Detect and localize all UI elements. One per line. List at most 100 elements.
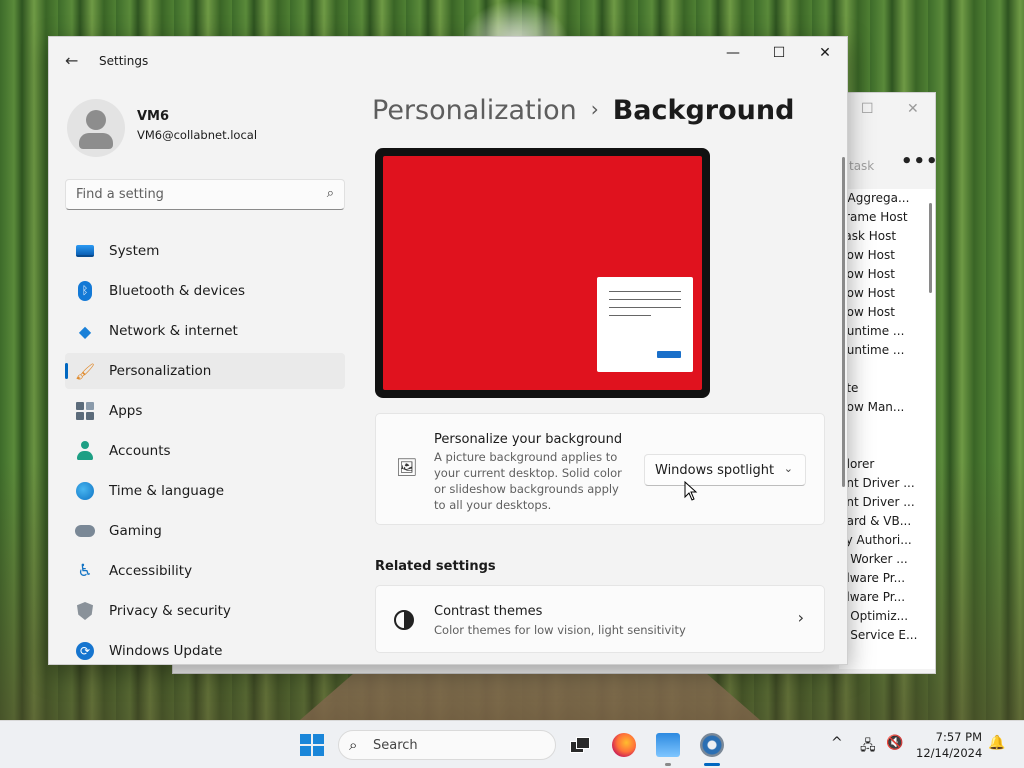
apps-icon (75, 401, 95, 421)
clock-date: 12/14/2024 (916, 746, 983, 760)
sidebar-item-label: System (109, 243, 160, 259)
process-row[interactable]: alware Pr... (839, 588, 935, 607)
process-row[interactable]: cy Authori... (839, 531, 935, 550)
process-row[interactable]: dow Host (839, 246, 935, 265)
background-type-dropdown[interactable]: Windows spotlight ⌄ (644, 454, 806, 486)
minimize-icon[interactable]: — (723, 45, 743, 61)
sidebar-item-label: Accessibility (109, 563, 193, 579)
sidebar-item-system[interactable]: System (65, 233, 345, 269)
settings-search[interactable]: ⌕ (65, 179, 345, 210)
sidebar-item-time-language[interactable]: Time & language (65, 473, 345, 509)
close-icon[interactable]: ✕ (815, 45, 835, 61)
content-scrollbar[interactable] (842, 157, 845, 487)
process-row[interactable]: e Optimiz... (839, 607, 935, 626)
clock[interactable]: 7:57 PM 12/14/2024 (916, 729, 982, 761)
process-row[interactable]: dow Host (839, 265, 935, 284)
page-title: Background (612, 95, 795, 126)
active-indicator (704, 763, 720, 766)
contrast-themes-card[interactable]: Contrast themes Color themes for low vis… (375, 585, 825, 653)
breadcrumb-parent[interactable]: Personalization (372, 95, 577, 126)
task-search-label[interactable]: task (849, 159, 874, 173)
process-row[interactable]: alware Pr... (839, 569, 935, 588)
process-row[interactable]: Frame Host (839, 208, 935, 227)
close-icon[interactable]: ✕ (907, 101, 919, 117)
process-row[interactable]: e Service E... (839, 626, 935, 645)
sidebar-item-windows-update[interactable]: ⟳ Windows Update (65, 633, 345, 664)
maximize-icon[interactable]: ☐ (769, 45, 789, 61)
process-row[interactable] (839, 360, 935, 379)
user-email: VM6@collabnet.local (137, 128, 258, 142)
sidebar-item-label: Accounts (109, 443, 171, 459)
update-icon: ⟳ (75, 641, 95, 661)
sidebar-item-label: Windows Update (109, 643, 223, 659)
gamepad-icon (75, 521, 95, 541)
process-row[interactable]: ont Driver ... (839, 474, 935, 493)
notification-bell-icon[interactable]: 🔔 (988, 735, 1005, 751)
sidebar-nav: System ᛒ Bluetooth & devices ◆ Network &… (65, 233, 345, 664)
system-icon (75, 241, 95, 261)
sidebar-item-label: Network & internet (109, 323, 238, 339)
sidebar-item-personalization[interactable]: 🖌 Personalization (65, 353, 345, 389)
chevron-right-icon: › (797, 608, 804, 627)
sidebar-item-accounts[interactable]: Accounts (65, 433, 345, 469)
bluetooth-icon: ᛒ (75, 281, 95, 301)
chevron-up-icon[interactable]: ^ (831, 735, 843, 751)
search-icon[interactable]: ⌕ (327, 186, 334, 201)
taskbar-search[interactable]: ⌕ Search (338, 730, 556, 760)
settings-window: ← Settings — ☐ ✕ VM6 VM6@collabnet.local… (48, 36, 848, 665)
search-input[interactable] (66, 180, 306, 209)
sidebar-item-accessibility[interactable]: ♿ Accessibility (65, 553, 345, 589)
sidebar-item-label: Time & language (109, 483, 225, 499)
back-arrow-icon[interactable]: ← (65, 51, 78, 70)
task-view-icon[interactable] (568, 733, 592, 757)
process-row[interactable]: dow Host (839, 303, 935, 322)
chevron-right-icon: › (590, 97, 599, 121)
process-row[interactable] (839, 436, 935, 455)
title-bar: ← Settings — ☐ ✕ (49, 37, 847, 81)
sidebar-item-bluetooth[interactable]: ᛒ Bluetooth & devices (65, 273, 345, 309)
sidebar-item-privacy[interactable]: Privacy & security (65, 593, 345, 629)
avatar[interactable] (67, 99, 125, 157)
process-list-scrollbar[interactable] (929, 203, 932, 293)
settings-gear-icon[interactable] (700, 733, 724, 757)
process-row[interactable]: ate (839, 379, 935, 398)
process-row[interactable]: dow Host (839, 284, 935, 303)
sidebar-item-label: Privacy & security (109, 603, 231, 619)
sidebar-item-gaming[interactable]: Gaming (65, 513, 345, 549)
process-row[interactable]: ) Aggrega... (839, 189, 935, 208)
sidebar-item-label: Bluetooth & devices (109, 283, 246, 299)
process-row[interactable]: dow Man... (839, 398, 935, 417)
process-row[interactable]: e Worker ... (839, 550, 935, 569)
search-icon: ⌕ (349, 736, 358, 754)
card-description: A picture background applies to your cur… (434, 450, 622, 512)
maximize-icon[interactable]: ☐ (861, 101, 874, 117)
process-row[interactable]: ont Driver ... (839, 493, 935, 512)
sidebar-item-label: Gaming (109, 523, 162, 539)
shield-icon (75, 601, 95, 621)
network-status-icon[interactable]: 🖧 (860, 735, 876, 759)
clock-time: 7:57 PM (935, 730, 982, 744)
sidebar-item-apps[interactable]: Apps (65, 393, 345, 429)
globe-clock-icon (75, 481, 95, 501)
firefox-icon[interactable] (612, 733, 636, 757)
process-row[interactable]: Task Host (839, 227, 935, 246)
chevron-down-icon: ⌄ (783, 462, 793, 475)
process-row[interactable] (839, 417, 935, 436)
background-preview (375, 148, 710, 398)
process-row[interactable]: Runtime ... (839, 341, 935, 360)
task-manager-icon[interactable] (656, 733, 680, 757)
volume-muted-icon[interactable]: 🔇 (886, 735, 903, 751)
start-button[interactable] (300, 734, 324, 756)
accounts-icon (75, 441, 95, 461)
paintbrush-icon: 🖌 (74, 361, 96, 381)
process-row[interactable]: plorer (839, 455, 935, 474)
network-icon: ◆ (78, 321, 92, 341)
user-name: VM6 (137, 109, 170, 124)
mouse-cursor-icon (684, 481, 698, 501)
sidebar-item-network[interactable]: ◆ Network & internet (65, 313, 345, 349)
more-options-icon[interactable]: ••• (901, 151, 939, 172)
sidebar-item-label: Apps (109, 403, 143, 419)
picture-icon: 🖼 (396, 458, 418, 478)
process-row[interactable]: Runtime ... (839, 322, 935, 341)
process-row[interactable]: uard & VB... (839, 512, 935, 531)
